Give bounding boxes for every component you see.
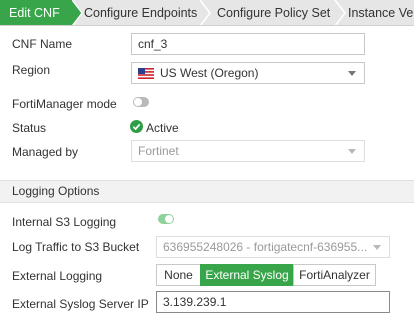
region-label: Region <box>12 63 51 77</box>
toggle-knob <box>165 215 173 223</box>
segment-label: FortiAnalyzer <box>299 268 370 282</box>
chevron-down-icon <box>348 71 356 76</box>
segment-label: None <box>164 268 193 282</box>
internal-s3-logging-label: Internal S3 Logging <box>12 215 117 229</box>
log-traffic-bucket-select: 636955248026 - fortigatecnf-636955... <box>156 236 390 258</box>
wizard-step-label: Edit CNF <box>9 6 60 20</box>
region-select[interactable]: US West (Oregon) <box>131 62 365 84</box>
chevron-right-icon <box>334 0 346 25</box>
wizard-steps: Edit CNF Configure Endpoints Configure P… <box>0 0 414 26</box>
wizard-step-configure-policy-set[interactable]: Configure Policy Set <box>217 0 340 25</box>
chevron-down-icon <box>348 149 356 154</box>
region-value: US West (Oregon) <box>160 66 259 80</box>
chevron-down-icon <box>373 245 381 250</box>
cnf-name-input[interactable] <box>131 33 365 55</box>
chevron-right-icon <box>72 0 83 25</box>
fortimanager-mode-label: FortiManager mode <box>12 97 117 111</box>
segment-label: External Syslog <box>205 268 289 282</box>
check-circle-icon <box>130 120 143 133</box>
external-logging-option-external-syslog[interactable]: External Syslog <box>200 264 294 286</box>
wizard-step-configure-endpoints[interactable]: Configure Endpoints <box>84 0 205 25</box>
status-value: Active <box>146 121 179 135</box>
external-logging-label: External Logging <box>12 269 103 283</box>
managed-by-value: Fortinet <box>138 144 179 158</box>
managed-by-select: Fortinet <box>131 140 365 162</box>
logging-options-header: Logging Options <box>0 180 414 203</box>
log-traffic-bucket-label: Log Traffic to S3 Bucket <box>12 240 140 254</box>
toggle-knob <box>134 98 142 106</box>
syslog-server-ip-label: External Syslog Server IP <box>12 297 149 311</box>
wizard-step-label: Instance Ver <box>348 6 414 20</box>
section-title: Logging Options <box>12 184 100 198</box>
wizard-step-instance-version[interactable]: Instance Ver <box>348 0 414 25</box>
wizard-step-label: Configure Policy Set <box>217 6 331 20</box>
wizard-step-label: Configure Endpoints <box>84 6 198 20</box>
fortimanager-mode-toggle[interactable] <box>133 97 149 107</box>
external-logging-option-fortianalyzer[interactable]: FortiAnalyzer <box>293 264 376 286</box>
syslog-server-ip-input[interactable] <box>156 291 390 313</box>
status-label: Status <box>12 121 47 135</box>
managed-by-label: Managed by <box>12 145 79 159</box>
chevron-right-icon <box>199 0 211 25</box>
external-logging-option-none[interactable]: None <box>156 264 201 286</box>
internal-s3-logging-toggle[interactable] <box>158 214 174 224</box>
log-traffic-bucket-value: 636955248026 - fortigatecnf-636955... <box>163 240 368 254</box>
us-flag-icon <box>138 67 154 79</box>
cnf-name-label: CNF Name <box>12 37 73 51</box>
wizard-step-edit-cnf[interactable]: Edit CNF <box>0 0 72 25</box>
